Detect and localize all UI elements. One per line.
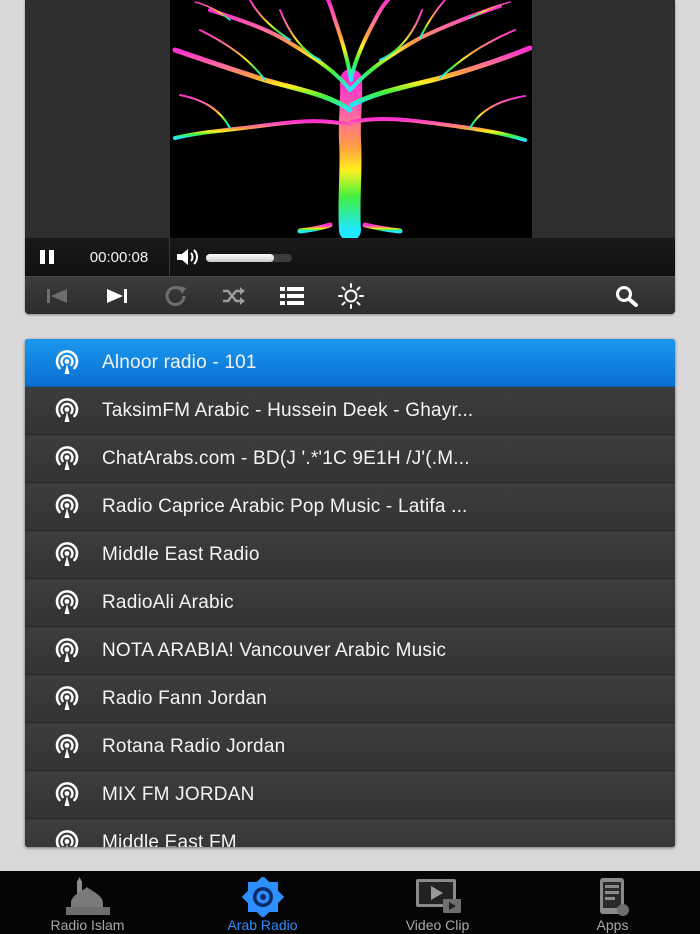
station-name: RadioAli Arabic	[102, 591, 234, 613]
mosque-icon	[65, 877, 110, 915]
playback-bar: 00:00:08	[25, 238, 675, 276]
station-name: MIX FM JORDAN	[102, 783, 255, 805]
radio-broadcast-icon	[54, 627, 100, 675]
radio-broadcast-icon	[54, 387, 100, 435]
station-row-1[interactable]: TaksimFM Arabic - Hussein Deek - Ghayr..…	[25, 387, 675, 435]
shuffle-icon	[223, 287, 245, 305]
station-list[interactable]: Alnoor radio - 101 TaksimFM Arabic - Hus…	[25, 339, 675, 847]
video-clip-icon	[415, 879, 461, 913]
station-row-4[interactable]: Middle East Radio	[25, 531, 675, 579]
tab-label: Apps	[596, 917, 629, 933]
elapsed-time: 00:00:08	[89, 248, 149, 266]
station-name: Radio Fann Jordan	[102, 687, 268, 709]
station-name: Alnoor radio - 101	[102, 351, 257, 373]
shuffle-button[interactable]	[214, 277, 254, 314]
sun-icon	[338, 283, 364, 309]
previous-button[interactable]	[37, 277, 77, 314]
station-row-8[interactable]: Rotana Radio Jordan	[25, 723, 675, 771]
tab-label: Radio Islam	[50, 917, 125, 933]
search-button[interactable]	[607, 277, 647, 314]
volume-slider[interactable]	[206, 252, 292, 262]
controls-bar	[25, 276, 675, 314]
pause-icon	[40, 250, 54, 264]
search-icon	[616, 286, 638, 307]
radio-broadcast-icon	[54, 771, 100, 819]
arab-star-icon	[241, 877, 284, 917]
station-row-3[interactable]: Radio Caprice Arabic Pop Music - Latifa …	[25, 483, 675, 531]
tab-radio-islam[interactable]: Radio Islam	[0, 871, 175, 934]
tab-arab-radio[interactable]: Arab Radio	[175, 871, 350, 934]
volume-button[interactable]	[170, 238, 206, 276]
video-area[interactable]	[25, 0, 675, 238]
playlist-button[interactable]	[272, 277, 312, 314]
radio-broadcast-icon	[54, 483, 100, 531]
tab-label: Video Clip	[405, 917, 470, 933]
station-row-10[interactable]: Middle East FM	[25, 819, 675, 847]
tab-bar: Radio Islam Arab Radio Video Clip Apps	[0, 871, 700, 934]
station-name: Middle East Radio	[102, 543, 260, 565]
tab-apps[interactable]: Apps	[525, 871, 700, 934]
skip-next-icon	[107, 289, 127, 303]
next-button[interactable]	[97, 277, 137, 314]
radio-broadcast-icon	[54, 339, 100, 387]
pause-button[interactable]	[25, 238, 69, 276]
radio-broadcast-icon	[54, 531, 100, 579]
skip-previous-icon	[47, 289, 67, 303]
media-player: 00:00:08	[25, 0, 675, 314]
tab-label: Arab Radio	[227, 917, 298, 933]
station-name: ChatArabs.com - BD(J '.*'1C 9E1H /J'(.M.…	[102, 447, 470, 469]
station-row-6[interactable]: NOTA ARABIA! Vancouver Arabic Music	[25, 627, 675, 675]
list-icon	[280, 287, 304, 305]
brightness-button[interactable]	[331, 277, 371, 314]
station-name: NOTA ARABIA! Vancouver Arabic Music	[102, 639, 447, 661]
radio-broadcast-icon	[54, 723, 100, 771]
radio-broadcast-icon	[54, 675, 100, 723]
repeat-icon	[165, 286, 186, 306]
station-row-2[interactable]: ChatArabs.com - BD(J '.*'1C 9E1H /J'(.M.…	[25, 435, 675, 483]
radio-broadcast-icon	[54, 435, 100, 483]
radio-broadcast-icon	[54, 819, 100, 847]
station-row-5[interactable]: RadioAli Arabic	[25, 579, 675, 627]
station-name: TaksimFM Arabic - Hussein Deek - Ghayr..…	[102, 399, 474, 421]
speaker-icon	[177, 249, 198, 265]
station-name: Rotana Radio Jordan	[102, 735, 286, 757]
station-name: Radio Caprice Arabic Pop Music - Latifa …	[102, 495, 468, 517]
video-frame	[170, 0, 532, 238]
station-row-0[interactable]: Alnoor radio - 101	[25, 339, 675, 387]
station-name: Middle East FM	[102, 831, 237, 848]
tree-visualization	[172, 0, 532, 238]
repeat-button[interactable]	[156, 277, 196, 314]
volume-fill	[206, 254, 274, 262]
station-row-9[interactable]: MIX FM JORDAN	[25, 771, 675, 819]
apps-icon	[599, 878, 629, 916]
station-row-7[interactable]: Radio Fann Jordan	[25, 675, 675, 723]
tab-video-clip[interactable]: Video Clip	[350, 871, 525, 934]
radio-broadcast-icon	[54, 579, 100, 627]
